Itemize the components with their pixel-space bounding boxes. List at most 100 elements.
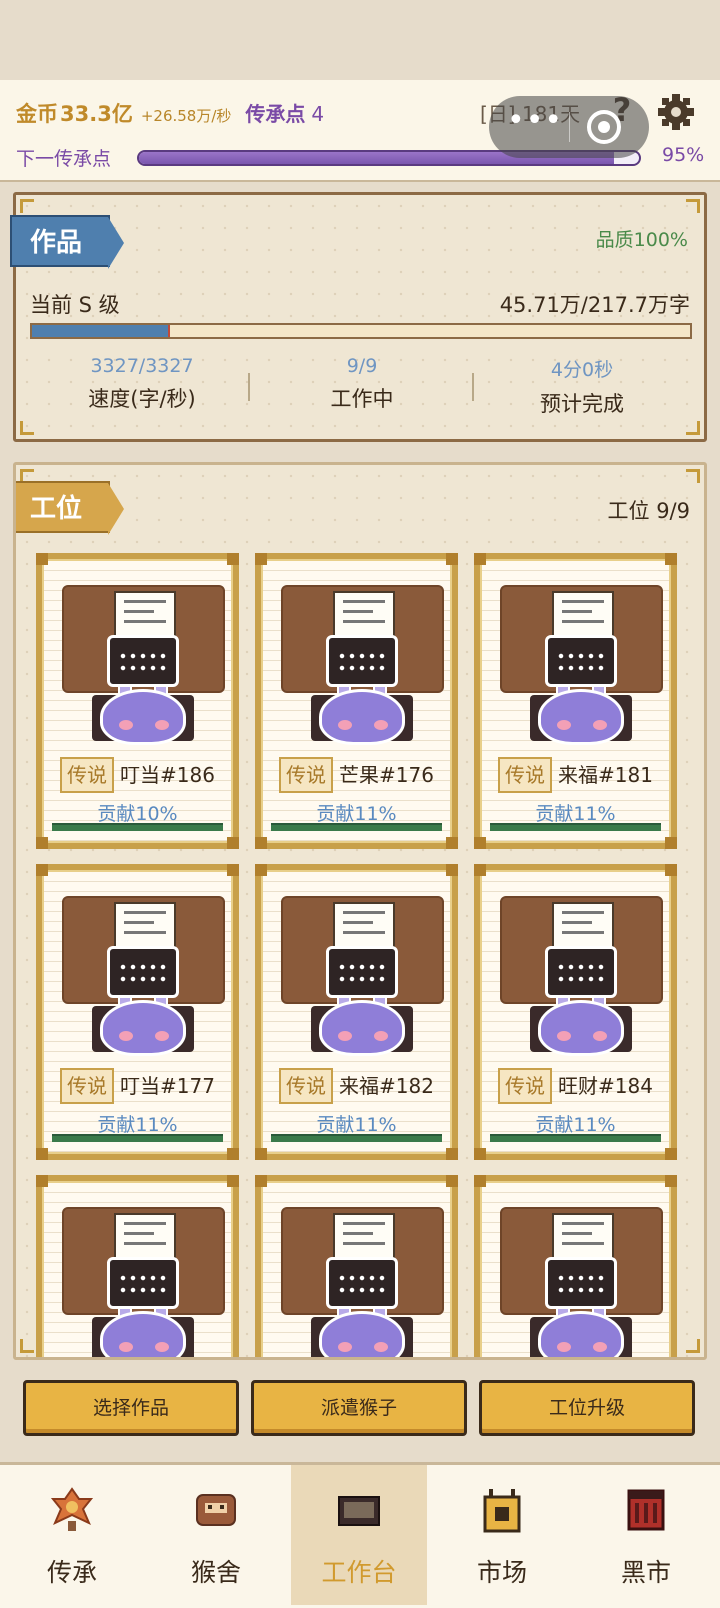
slot-card: 传说 旺财#184 贡献11% — [480, 870, 671, 1154]
workstation-slot[interactable] — [474, 1175, 677, 1357]
slot-corner — [36, 1148, 48, 1160]
workstation-slot[interactable] — [36, 1175, 239, 1357]
monkey-name: 旺财#184 — [558, 1074, 653, 1098]
workstation-slot[interactable]: 传说 来福#182 贡献11% — [255, 864, 458, 1160]
monkey-name: 芒果#176 — [339, 763, 434, 787]
slot-card: 传说 来福#181 贡献11% — [480, 559, 671, 843]
workstation-slot[interactable]: 传说 来福#181 贡献11% — [474, 553, 677, 849]
workstation-slot[interactable] — [255, 1175, 458, 1357]
work-progress-bar — [30, 323, 692, 339]
slot-corner — [474, 864, 486, 876]
workstation-slot[interactable]: 传说 叮当#186 贡献10% — [36, 553, 239, 849]
nav-label: 工作台 — [321, 1558, 397, 1587]
slot-card: 传说 来福#182 贡献11% — [261, 870, 452, 1154]
workstation-slot[interactable]: 传说 叮当#177 贡献11% — [36, 864, 239, 1160]
slot-corner — [227, 1148, 239, 1160]
monkey-icon — [100, 1000, 186, 1056]
monkey-icon — [100, 689, 186, 745]
slot-status-bar — [52, 1134, 223, 1142]
contribution-label: 贡献11% — [316, 1114, 397, 1136]
panel-corner — [20, 421, 34, 435]
rank-badge: 传说 — [498, 1068, 552, 1104]
slot-card — [480, 1181, 671, 1357]
gear-icon[interactable] — [656, 92, 696, 132]
slot-corner — [255, 1175, 267, 1187]
word-progress-text: 45.71万/217.7万字 — [499, 293, 690, 317]
slot-corner — [255, 837, 267, 849]
select-work-button[interactable]: 选择作品 — [23, 1380, 239, 1436]
nav-inheritance[interactable]: 传承 — [4, 1465, 140, 1605]
nav-monkey-house[interactable]: 猴舍 — [148, 1465, 284, 1605]
nav-workbench[interactable]: 工作台 — [291, 1465, 427, 1605]
nav-market[interactable]: 市场 — [434, 1465, 570, 1605]
slot-status-bar — [490, 1134, 661, 1142]
dispatch-monkey-button[interactable]: 派遣猴子 — [251, 1380, 467, 1436]
paper-icon — [114, 1213, 176, 1263]
speed-stat: 3327/3327 速度(字/秒) — [52, 355, 232, 413]
slot-corner — [665, 837, 677, 849]
paper-icon — [333, 902, 395, 952]
panel-corner — [686, 199, 700, 213]
stat-divider — [248, 373, 250, 401]
slot-card — [42, 1181, 233, 1357]
speed-value: 3327/3327 — [90, 355, 194, 377]
monkey-icon — [100, 1311, 186, 1357]
slot-corner — [665, 1175, 677, 1187]
slot-corner — [474, 837, 486, 849]
workstation-slot[interactable]: 传说 旺财#184 贡献11% — [474, 864, 677, 1160]
nav-black-market[interactable]: 黑市 — [578, 1465, 714, 1605]
eta-stat: 4分0秒 预计完成 — [492, 355, 672, 418]
status-bar — [0, 0, 720, 80]
slot-card: 传说 叮当#177 贡献11% — [42, 870, 233, 1154]
workstation-tab-ribbon: 工位 — [16, 481, 124, 535]
resource-bar: 金币 33.3亿 +26.58万/秒 传承点 4 [日] 181天 ? 下一传承… — [0, 80, 720, 182]
next-inherit-percent: 95% — [662, 144, 705, 166]
rank-badge: 传说 — [60, 757, 114, 793]
typewriter-icon — [326, 946, 398, 998]
contribution-label: 贡献11% — [316, 803, 397, 825]
upgrade-workstation-button[interactable]: 工位升级 — [479, 1380, 695, 1436]
workstation-slot[interactable]: 传说 芒果#176 贡献11% — [255, 553, 458, 849]
market-icon — [483, 1489, 521, 1533]
slot-corner — [446, 1148, 458, 1160]
nav-label: 传承 — [46, 1558, 97, 1587]
monkey-icon — [319, 1311, 405, 1357]
paper-icon — [333, 591, 395, 641]
slot-card: 传说 叮当#186 贡献10% — [42, 559, 233, 843]
contribution-label: 贡献11% — [535, 1114, 616, 1136]
panel-corner — [20, 199, 34, 213]
speed-label: 速度(字/秒) — [88, 387, 196, 411]
typewriter-icon — [107, 1257, 179, 1309]
monkey-icon — [319, 1000, 405, 1056]
monkey-name: 来福#181 — [558, 763, 653, 787]
slot-corner — [227, 553, 239, 565]
grade-label: 当前 S 级 — [30, 293, 120, 317]
rank-badge: 传说 — [498, 757, 552, 793]
panel-corner — [686, 1339, 700, 1353]
bottom-nav: 传承 猴舍 工作台 市场 黑市 — [0, 1462, 720, 1608]
slot-corner — [474, 1148, 486, 1160]
contribution-label: 贡献11% — [535, 803, 616, 825]
close-target-icon[interactable] — [587, 110, 621, 144]
slot-corner — [227, 1175, 239, 1187]
nav-label: 市场 — [476, 1558, 527, 1587]
monkey-name: 叮当#186 — [120, 763, 215, 787]
rank-badge: 传说 — [60, 1068, 114, 1104]
paper-icon — [552, 902, 614, 952]
contribution-label: 贡献10% — [97, 803, 178, 825]
inherit-label: 传承点 — [245, 102, 306, 126]
slot-corner — [474, 553, 486, 565]
slot-status-bar — [490, 823, 661, 831]
monkey-icon — [538, 1311, 624, 1357]
monkey-name: 叮当#177 — [120, 1074, 215, 1098]
capsule-divider — [569, 112, 570, 142]
monkey-icon — [538, 689, 624, 745]
more-icon[interactable]: ••• — [507, 106, 562, 142]
slot-count: 工位 9/9 — [607, 499, 690, 523]
mini-program-capsule: ••• — [489, 96, 649, 158]
work-tab-ribbon: 作品 — [10, 215, 124, 269]
slot-corner — [255, 864, 267, 876]
typewriter-icon — [326, 635, 398, 687]
slot-corner — [446, 1175, 458, 1187]
inherit-value: 4 — [311, 102, 325, 126]
